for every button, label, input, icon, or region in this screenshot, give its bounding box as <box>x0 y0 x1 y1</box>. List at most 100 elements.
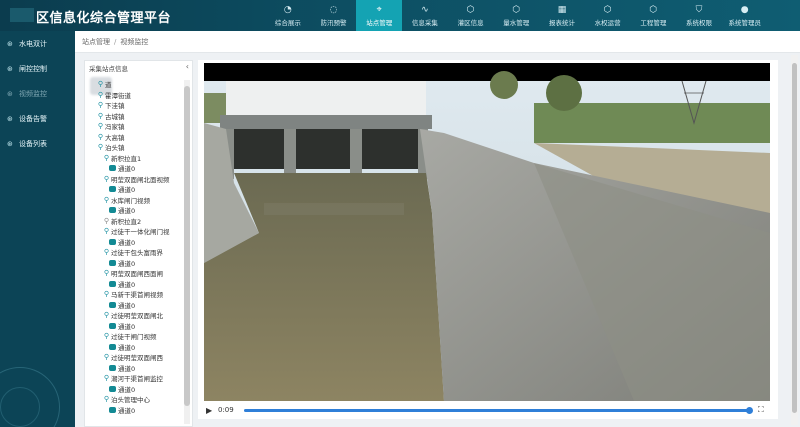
circle-arrow-icon: ⊛ <box>7 39 13 48</box>
tree-node-label: 过徒干一体化闸门视 <box>111 228 170 237</box>
play-icon[interactable]: ▶ <box>204 406 216 415</box>
nav-tab-9[interactable]: ⛉ 系统权限 <box>676 0 722 31</box>
nav-tab-1[interactable]: ◌ 防汛预警 <box>311 0 357 31</box>
sidebar: ⊛ 水电双计 ⊛ 闸控控制 ⊛ 视频监控 ⊛ 设备告警 ⊛ 设备列表 <box>0 31 75 427</box>
tree-node[interactable]: 通道0 <box>85 384 183 395</box>
tree-node[interactable]: 通道0 <box>85 205 183 216</box>
location-pin-icon: ⚲ <box>103 395 110 404</box>
tree-node[interactable]: ⚲ 明莹双面闸西面闸 <box>85 268 183 279</box>
tree-node-label: 新积拉直1 <box>111 154 142 163</box>
tree-node[interactable]: 通道0 <box>85 405 183 416</box>
nav-tab-label: 报表统计 <box>548 18 575 27</box>
tree-node[interactable]: ⚲ 冯家镇 <box>85 121 183 132</box>
nav-tab-5[interactable]: ⬡ 量水管理 <box>493 0 539 31</box>
tree-node[interactable]: 通道0 <box>85 237 183 248</box>
decorative-ring-inner <box>0 387 40 427</box>
tree-node[interactable]: ⚲ 过徒明莹双面闸北 <box>85 310 183 321</box>
sidebar-item-2[interactable]: ⊛ 视频监控 <box>0 81 75 106</box>
page-scrollbar-thumb[interactable] <box>792 63 797 413</box>
location-pin-icon: ⚲ <box>97 132 104 141</box>
tree-node[interactable]: ⚲ 道 <box>85 79 183 90</box>
tree-node-label: 通道0 <box>118 280 136 289</box>
tree-node[interactable]: 通道0 <box>85 279 183 290</box>
tree-node[interactable]: ⚲ 水库闸门视频 <box>85 195 183 206</box>
sidebar-item-1[interactable]: ⊛ 闸控控制 <box>0 56 75 81</box>
progress-bar[interactable] <box>244 406 753 414</box>
tree-node-label: 通道0 <box>118 301 136 310</box>
bell-icon: ◌ <box>329 4 338 15</box>
tree-scrollbar[interactable] <box>184 80 190 424</box>
nav-tab-0[interactable]: ◔ 综合展示 <box>265 0 311 31</box>
tree-node[interactable]: ⚲ 下洼镇 <box>85 100 183 111</box>
page-scrollbar[interactable] <box>791 55 798 425</box>
tree-node[interactable]: 通道0 <box>85 342 183 353</box>
tree-node[interactable]: ⚲ 过徒干一体化闸门视 <box>85 226 183 237</box>
nav-tab-2[interactable]: ⌖ 站点管理 <box>356 0 403 31</box>
tree-node[interactable]: ⚲ 霍潭街道 <box>85 90 183 101</box>
tree-node[interactable]: ⚲ 过徒干包头富雨界 <box>85 247 183 258</box>
nav-tab-10[interactable]: ● 系统管理员 <box>722 0 768 31</box>
circle-arrow-icon: ⊛ <box>7 64 13 73</box>
tree-node[interactable]: ⚲ 明莹双面闸北面视频 <box>85 174 183 185</box>
nav-tab-label: 综合展示 <box>274 18 301 27</box>
tree-node-label: 泊头镇 <box>105 144 125 153</box>
sidebar-item-0[interactable]: ⊛ 水电双计 <box>0 31 75 56</box>
breadcrumb-root[interactable]: 站点管理 <box>82 37 110 47</box>
tree-node[interactable]: ⚲ 泊头镇 <box>85 142 183 153</box>
tree-node-label: 道 <box>105 81 112 90</box>
location-pin-icon: ⚲ <box>103 153 110 162</box>
sidebar-item-3[interactable]: ⊛ 设备告警 <box>0 106 75 131</box>
tree-node[interactable]: 通道0 <box>85 363 183 374</box>
tree-node[interactable]: ⚲ 马新干渠首闸视频 <box>85 289 183 300</box>
video-frame[interactable] <box>204 63 770 401</box>
nav-tab-8[interactable]: ⬡ 工程管理 <box>631 0 677 31</box>
tree-node-label: 明莹双面闸西面闸 <box>111 270 163 279</box>
nav-tab-6[interactable]: ▦ 报表统计 <box>539 0 585 31</box>
cube-icon: ⬡ <box>512 4 521 15</box>
tree-node-label: 通道0 <box>118 406 136 415</box>
tree-scrollbar-thumb[interactable] <box>184 86 190 406</box>
camera-icon <box>109 280 116 287</box>
tree-node[interactable]: ⚲ 潮河干渠首闸监控 <box>85 373 183 384</box>
video-time: 0:09 <box>218 406 234 414</box>
cube-icon: ⬡ <box>603 4 612 15</box>
camera-icon <box>109 301 116 308</box>
tree-node-label: 古城镇 <box>105 112 125 121</box>
location-pin-icon: ⚲ <box>103 174 110 183</box>
nav-tab-4[interactable]: ⬡ 灌区信息 <box>448 0 494 31</box>
nav-tab-7[interactable]: ⬡ 水权运营 <box>585 0 631 31</box>
location-pin-icon: ⚲ <box>103 216 110 225</box>
location-pin-icon: ⚲ <box>97 111 104 120</box>
nav-tab-3[interactable]: ∿ 信息采集 <box>402 0 448 31</box>
location-pin-icon: ⚲ <box>103 332 110 341</box>
camera-icon <box>109 322 116 329</box>
tree-node[interactable]: 通道0 <box>85 321 183 332</box>
location-pin-icon: ⚲ <box>103 195 110 204</box>
cube-icon: ⬡ <box>466 4 475 15</box>
tree-node[interactable]: ⚲ 泊头管理中心 <box>85 394 183 405</box>
tree-node[interactable]: 通道0 <box>85 184 183 195</box>
sidebar-item-4[interactable]: ⊛ 设备列表 <box>0 131 75 156</box>
tree-node[interactable]: ⚲ 新积拉直1 <box>85 153 183 164</box>
tree-node[interactable]: ⚲ 过徒明莹双面闸西 <box>85 352 183 363</box>
tree-node[interactable]: 通道0 <box>85 258 183 269</box>
tree-node-label: 冯家镇 <box>105 123 125 132</box>
tree-node-label: 大高镇 <box>105 133 125 142</box>
tree-node[interactable]: 通道0 <box>85 163 183 174</box>
cube-icon: ⬡ <box>649 4 658 15</box>
video-player: ▶ 0:09 ⛶ <box>198 60 778 419</box>
tree-node-label: 泊头管理中心 <box>111 396 150 405</box>
circle-arrow-icon: ⊛ <box>7 139 13 148</box>
nav-tab-label: 灌区信息 <box>457 18 484 27</box>
tree-node[interactable]: ⚲ 新积拉直2 <box>85 216 183 227</box>
tree-node[interactable]: ⚲ 古城镇 <box>85 111 183 122</box>
breadcrumb-separator: / <box>114 37 117 46</box>
location-pin-icon: ⚲ <box>97 80 104 89</box>
progress-knob[interactable] <box>746 406 753 414</box>
tree-node[interactable]: ⚲ 大高镇 <box>85 132 183 143</box>
tree-node[interactable]: 通道0 <box>85 300 183 311</box>
tree-node[interactable]: ⚲ 过徒干闸门视频 <box>85 331 183 342</box>
collapse-icon[interactable]: ‹ <box>186 62 189 71</box>
tree-node-label: 潮河干渠首闸监控 <box>111 375 163 384</box>
fullscreen-icon[interactable]: ⛶ <box>758 405 770 415</box>
